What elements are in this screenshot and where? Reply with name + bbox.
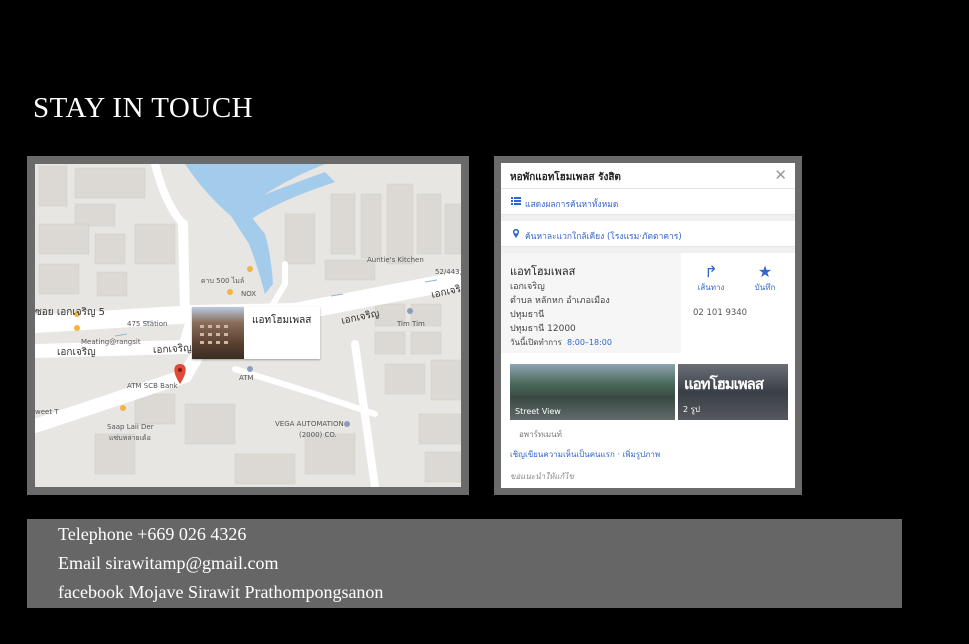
map-label-saap-th: แซ่บหลายเด้อ <box>109 434 151 442</box>
map-frame: NOX ดาบ 500 ไมล์ Auntie's Kitchen 52/443… <box>27 156 469 495</box>
hours-label: วันนี้เปิดทำการ <box>510 338 562 347</box>
photo-sign-text: แอทโฮมเพลส <box>684 375 764 393</box>
save-button[interactable]: ★ บันทึก <box>745 263 785 294</box>
contact-bar: Telephone +669 026 4326 Email sirawitamp… <box>27 519 902 608</box>
nearby-label: ค้นหาละแวกใกล้เคียง (โรงแรม·ภัตตาคาร) <box>525 232 682 242</box>
road-label-ek1: เอกเจริญ <box>57 347 96 358</box>
directions-button[interactable]: ↱ เส้นทาง <box>691 263 731 294</box>
map-label-sweet: weet T <box>35 408 59 416</box>
street-view-label: Street View <box>515 407 561 416</box>
list-icon <box>511 197 521 205</box>
map-label-station: 475 Station <box>127 320 168 328</box>
place-details: แอทโฮมเพลส เอกเจริญ ตำบล หลักหก อำเภอเมื… <box>501 253 795 353</box>
street-view-photo[interactable]: Street View <box>510 364 675 420</box>
phone-number: 02 101 9340 <box>693 308 748 318</box>
popup-thumbnail <box>192 307 244 359</box>
info-title: หอพักแอทโฮมเพลส รังสิต <box>510 172 621 183</box>
address-line: ตำบล หลักหก อำเภอเมือง <box>510 296 610 306</box>
map-label-saap: Saap Laii Der <box>107 423 154 431</box>
address-line: ปทุมธานี 12000 <box>510 324 576 334</box>
map-label-auntie: Auntie's Kitchen <box>367 256 424 264</box>
info-titlebar: หอพักแอทโฮมเพลส รังสิต ✕ <box>501 163 795 189</box>
photo-strip: Street View แอทโฮมเพลส 2 รูป <box>510 364 788 420</box>
place-name: แอทโฮมเพลส <box>510 265 576 278</box>
address-line: เอกเจริญ <box>510 282 545 292</box>
map-label-nox: NOX <box>241 290 257 298</box>
popup-title: แอทโฮมเพลส <box>252 315 312 326</box>
map-view[interactable]: NOX ดาบ 500 ไมล์ Auntie's Kitchen 52/443… <box>35 164 461 487</box>
info-card-frame: หอพักแอทโฮมเพลส รังสิต ✕ แสดงผลการค้นหาท… <box>494 156 802 495</box>
road-label-ek2: เอกเจริญ <box>152 342 192 357</box>
photo-count-label: 2 รูป <box>683 405 701 414</box>
map-label-atm: ATM <box>239 374 254 382</box>
review-prompt-link[interactable]: เชิญเขียนความเห็นเป็นคนแรก · เพิ่มรูปภาพ <box>510 448 660 461</box>
star-icon: ★ <box>757 262 773 281</box>
hours-value: 8:00–18:00 <box>566 338 612 347</box>
nearby-search-link[interactable]: ค้นหาละแวกใกล้เคียง (โรงแรม·ภัตตาคาร) <box>501 221 795 247</box>
road-label-soi5: ซอย เอกเจริญ 5 <box>35 307 106 318</box>
directions-icon: ↱ <box>704 262 718 281</box>
show-all-results-link[interactable]: แสดงผลการค้นหาทั้งหมด <box>501 189 795 215</box>
show-all-label: แสดงผลการค้นหาทั้งหมด <box>525 200 619 210</box>
close-icon[interactable]: ✕ <box>774 166 787 184</box>
pin-icon <box>513 229 519 238</box>
section-title: STAY IN TOUCH <box>33 92 254 124</box>
photos-thumbnail[interactable]: แอทโฮมเพลส 2 รูป <box>678 364 788 420</box>
map-label-vega1: VEGA AUTOMATION <box>275 420 344 428</box>
contact-telephone: Telephone +669 026 4326 <box>58 524 247 544</box>
place-category: อพาร์ทเมนท์ <box>519 430 562 439</box>
map-label-bar500: ดาบ 500 ไมล์ <box>201 277 245 285</box>
contact-facebook[interactable]: facebook Mojave Sirawit Prathompongsanon <box>58 582 383 603</box>
map-label-atm-scb: ATM SCB Bank <box>127 382 178 390</box>
save-label: บันทึก <box>754 283 776 292</box>
contact-email[interactable]: Email sirawitamp@gmail.com <box>58 553 279 574</box>
address-line: ปทุมธานี <box>510 310 545 320</box>
suggest-edit-link[interactable]: ขอแนะนำให้แก้ไข <box>510 470 574 483</box>
opening-hours: วันนี้เปิดทำการ 8:00–18:00 <box>510 336 612 349</box>
directions-label: เส้นทาง <box>697 283 725 292</box>
info-card: หอพักแอทโฮมเพลส รังสิต ✕ แสดงผลการค้นหาท… <box>501 163 795 488</box>
map-popup[interactable]: แอทโฮมเพลส <box>192 307 320 359</box>
map-label-tim: Tim Tim <box>397 320 425 328</box>
map-label-address: 52/443,52 <box>435 268 461 276</box>
map-label-vega2: (2000) CO. <box>299 431 337 439</box>
